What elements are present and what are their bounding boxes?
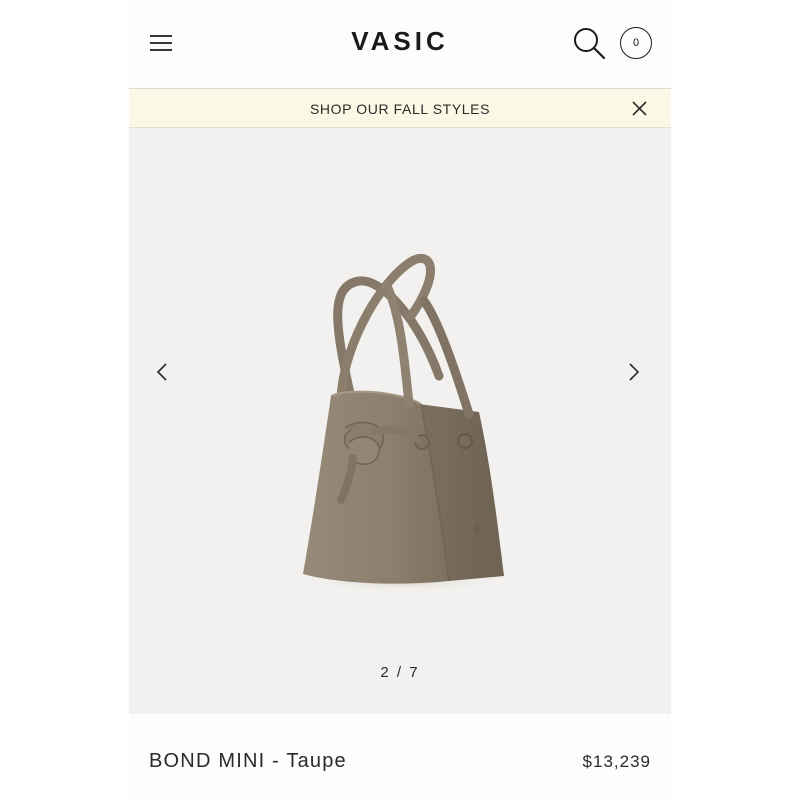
product-title: BOND MINI - Taupe	[149, 750, 347, 772]
promo-link[interactable]: SHOP OUR FALL STYLES	[129, 101, 671, 117]
cart-button[interactable]: 0	[620, 27, 652, 59]
product-image-bag	[294, 254, 514, 592]
image-counter: 2 / 7	[380, 664, 420, 681]
close-icon[interactable]	[631, 100, 648, 117]
app-frame: VASIC 0 SHOP OUR FALL STYLES 2 / 7 BOND …	[129, 0, 671, 800]
cart-count: 0	[632, 37, 640, 49]
product-gallery[interactable]: 2 / 7	[129, 128, 671, 714]
chevron-left-icon[interactable]	[155, 361, 169, 383]
search-icon[interactable]	[572, 26, 606, 60]
product-price: $13,239	[582, 752, 651, 771]
site-header: VASIC 0	[129, 0, 671, 89]
chevron-right-icon[interactable]	[627, 361, 641, 383]
product-info: BOND MINI - Taupe $13,239	[129, 714, 671, 800]
promo-banner: SHOP OUR FALL STYLES	[129, 89, 671, 128]
